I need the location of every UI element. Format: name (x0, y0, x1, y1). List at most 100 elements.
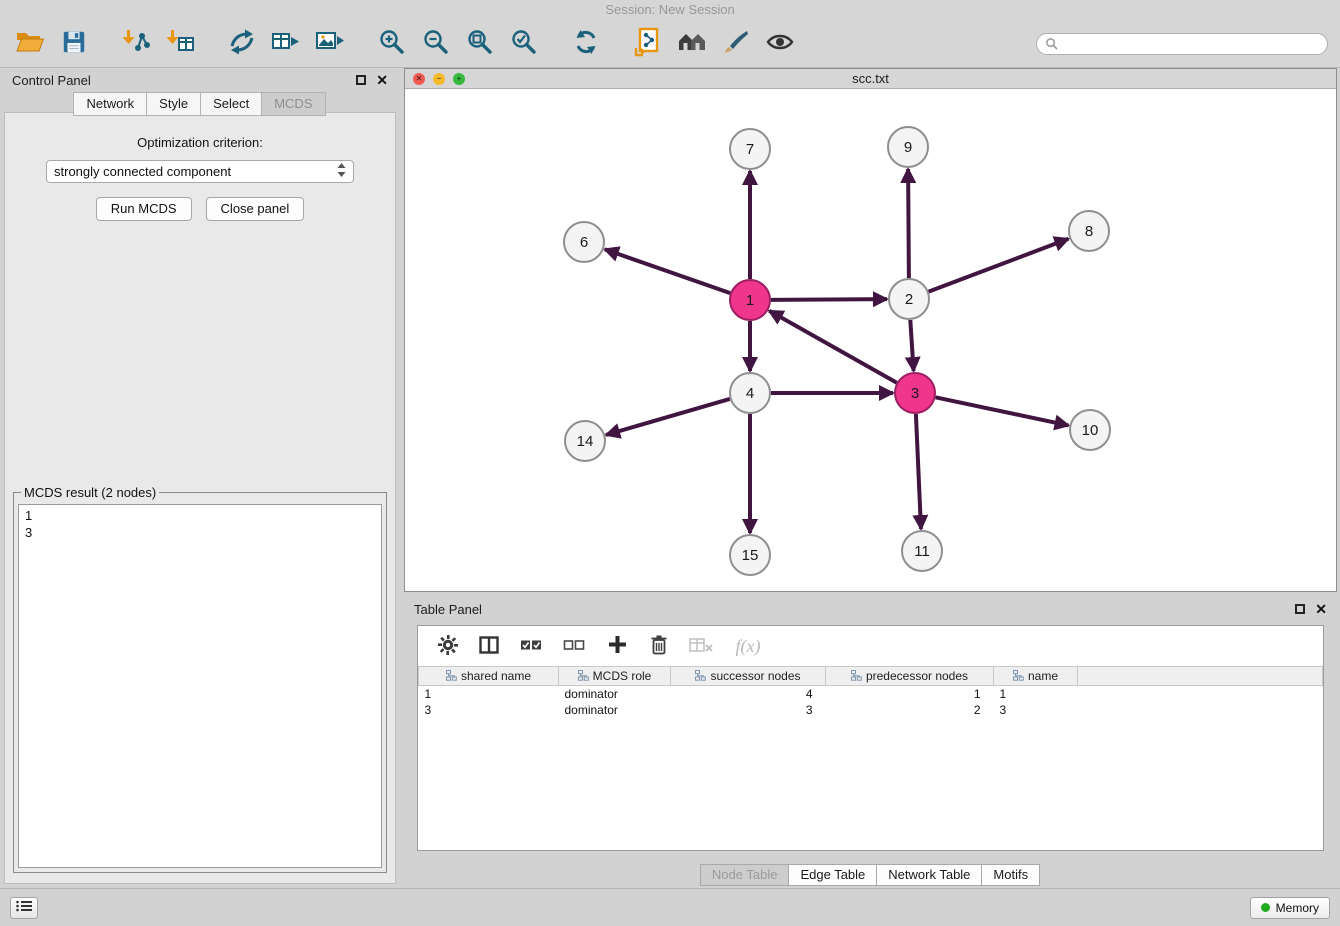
graph-node-6[interactable]: 6 (564, 222, 604, 262)
zoom-selected-button[interactable] (506, 25, 542, 63)
node-label: 11 (914, 543, 930, 560)
graph-node-7[interactable]: 7 (730, 129, 770, 169)
table-cell: 1 (994, 686, 1078, 702)
node-label: 8 (1085, 223, 1093, 240)
export-table-button[interactable] (268, 25, 304, 63)
column-header-MCDS-role[interactable]: MCDS role (559, 667, 671, 686)
view-group (630, 25, 798, 63)
table-panel-header: Table Panel ✕ (404, 597, 1337, 621)
close-panel-icon[interactable]: ✕ (376, 75, 388, 85)
deselect-all-button[interactable] (561, 627, 587, 665)
table-row[interactable]: 1dominator411 (419, 686, 1323, 702)
tab-select[interactable]: Select (200, 92, 262, 116)
close-panel-button[interactable]: Close panel (206, 197, 305, 221)
zoom-in-icon (378, 28, 406, 59)
table-cell: 4 (671, 686, 826, 702)
graph-node-8[interactable]: 8 (1069, 211, 1109, 251)
mcds-result-fieldset: MCDS result (2 nodes) 13 (13, 485, 387, 873)
graph-node-14[interactable]: 14 (565, 421, 605, 461)
table-tab-motifs[interactable]: Motifs (981, 864, 1040, 886)
column-header-successor-nodes[interactable]: successor nodes (671, 667, 826, 686)
save-session-button[interactable] (56, 25, 92, 63)
table-tab-node-table[interactable]: Node Table (700, 864, 790, 886)
graph-node-4[interactable]: 4 (730, 373, 770, 413)
eye-icon (766, 30, 794, 57)
node-table-head-row: shared nameMCDS rolesuccessor nodesprede… (419, 667, 1323, 686)
function-builder-button[interactable]: f(x) (731, 627, 765, 665)
graph-node-1[interactable]: 1 (730, 280, 770, 320)
graph-node-10[interactable]: 10 (1070, 410, 1110, 450)
refresh-icon (572, 28, 600, 59)
graph-node-3[interactable]: 3 (895, 373, 935, 413)
graph-node-9[interactable]: 9 (888, 127, 928, 167)
edge-1-to-6[interactable] (605, 249, 730, 293)
edge-3-to-10[interactable] (936, 397, 1069, 425)
checked-boxes-icon (520, 638, 542, 655)
network-canvas[interactable]: 7 9 6 8 1 2 4 3 14 10 15 11 (405, 89, 1336, 591)
memory-button[interactable]: Memory (1250, 897, 1330, 919)
edge-1-to-2[interactable] (771, 299, 887, 300)
style-paint-button[interactable] (718, 25, 754, 63)
table-cell: 1 (826, 686, 994, 702)
houses-icon (677, 29, 707, 58)
zoom-out-button[interactable] (418, 25, 454, 63)
graph-node-11[interactable]: 11 (902, 531, 942, 571)
open-folder-icon (15, 29, 45, 58)
import-group (118, 25, 198, 63)
refresh-view-button[interactable] (568, 25, 604, 63)
edge-2-to-3[interactable] (910, 320, 913, 371)
network-home-button[interactable] (674, 25, 710, 63)
graph-node-2[interactable]: 2 (889, 279, 929, 319)
control-panel: Control Panel ✕ NetworkStyleSelectMCDS O… (4, 68, 396, 884)
tab-network[interactable]: Network (73, 92, 147, 116)
mcds-result-list[interactable]: 13 (18, 504, 382, 868)
refresh-group (568, 25, 604, 63)
tab-mcds[interactable]: MCDS (261, 92, 325, 116)
zoom-in-button[interactable] (374, 25, 410, 63)
table-box: f(x) shared nameMCDS rolesuccessor nodes… (417, 625, 1324, 851)
status-bar: Memory (0, 888, 1340, 926)
tab-style[interactable]: Style (146, 92, 201, 116)
import-network-file-button[interactable] (118, 25, 154, 63)
delete-table-button[interactable] (688, 627, 714, 665)
select-all-button[interactable] (518, 627, 544, 665)
table-tab-edge-table[interactable]: Edge Table (788, 864, 877, 886)
delete-column-button[interactable] (647, 627, 671, 665)
trash-icon (649, 634, 669, 659)
table-row[interactable]: 3dominator323 (419, 702, 1323, 718)
import-table-file-button[interactable] (162, 25, 198, 63)
node-label: 2 (905, 291, 913, 308)
edge-4-to-14[interactable] (606, 399, 730, 435)
table-settings-button[interactable] (436, 627, 460, 665)
network-document-button[interactable] (630, 25, 666, 63)
network-from-selection-button[interactable] (224, 25, 260, 63)
table-tab-network-table[interactable]: Network Table (876, 864, 982, 886)
export-image-button[interactable] (312, 25, 348, 63)
dropdown-stepper-icon (337, 163, 346, 180)
optimization-label: Optimization criterion: (5, 135, 395, 150)
table-toolbar: f(x) (418, 626, 1323, 666)
window-titlebar: Session: New Session (0, 0, 1340, 20)
close-table-panel-icon[interactable]: ✕ (1315, 604, 1327, 614)
table-cell: 3 (671, 702, 826, 718)
node-label: 6 (580, 234, 588, 251)
column-header-shared-name[interactable]: shared name (419, 667, 559, 686)
open-session-button[interactable] (12, 25, 48, 63)
column-header-predecessor-nodes[interactable]: predecessor nodes (826, 667, 994, 686)
edge-2-to-9[interactable] (908, 169, 909, 278)
edge-3-to-1[interactable] (769, 311, 897, 383)
graph-node-15[interactable]: 15 (730, 535, 770, 575)
search-input[interactable] (1063, 37, 1319, 51)
float-panel-icon[interactable] (356, 75, 366, 85)
add-column-button[interactable] (604, 627, 630, 665)
float-table-panel-icon[interactable] (1295, 604, 1305, 614)
show-columns-button[interactable] (477, 627, 501, 665)
run-mcds-button[interactable]: Run MCDS (96, 197, 192, 221)
edge-3-to-11[interactable] (916, 414, 921, 529)
optimization-dropdown[interactable]: strongly connected component (46, 160, 354, 183)
zoom-fit-button[interactable] (462, 25, 498, 63)
status-menu-button[interactable] (10, 897, 38, 919)
edge-2-to-8[interactable] (929, 239, 1069, 292)
visibility-button[interactable] (762, 25, 798, 63)
column-header-name[interactable]: name (994, 667, 1078, 686)
